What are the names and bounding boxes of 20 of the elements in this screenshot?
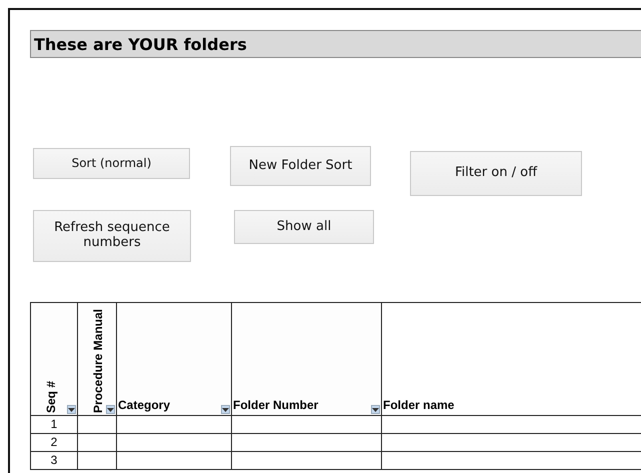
sheet-title: These are YOUR folders <box>30 30 641 58</box>
header-label: Category <box>118 398 170 412</box>
macro-button[interactable]: New Folder Sort <box>230 146 371 186</box>
table-cell <box>78 434 116 452</box>
table-cell: 2 <box>30 434 78 452</box>
macro-button[interactable]: Sort (normal) <box>33 148 190 179</box>
header-label: Folder name <box>383 398 454 412</box>
macro-button[interactable]: Show all <box>234 210 374 244</box>
header-label: Procedure Manual <box>91 308 105 413</box>
filter-dropdown-icon[interactable] <box>106 405 115 414</box>
header-label: Folder Number <box>233 398 318 412</box>
table-cell: 1 <box>30 416 78 434</box>
macro-button[interactable]: Refresh sequence numbers <box>33 210 191 262</box>
table-cell: 3 <box>30 452 78 470</box>
table-cell <box>78 452 116 470</box>
header-label: Seq # <box>44 380 58 413</box>
macro-button[interactable]: Filter on / off <box>410 151 582 196</box>
filter-dropdown-icon[interactable] <box>371 405 380 414</box>
filter-dropdown-icon[interactable] <box>221 405 230 414</box>
filter-dropdown-icon[interactable] <box>67 405 76 414</box>
